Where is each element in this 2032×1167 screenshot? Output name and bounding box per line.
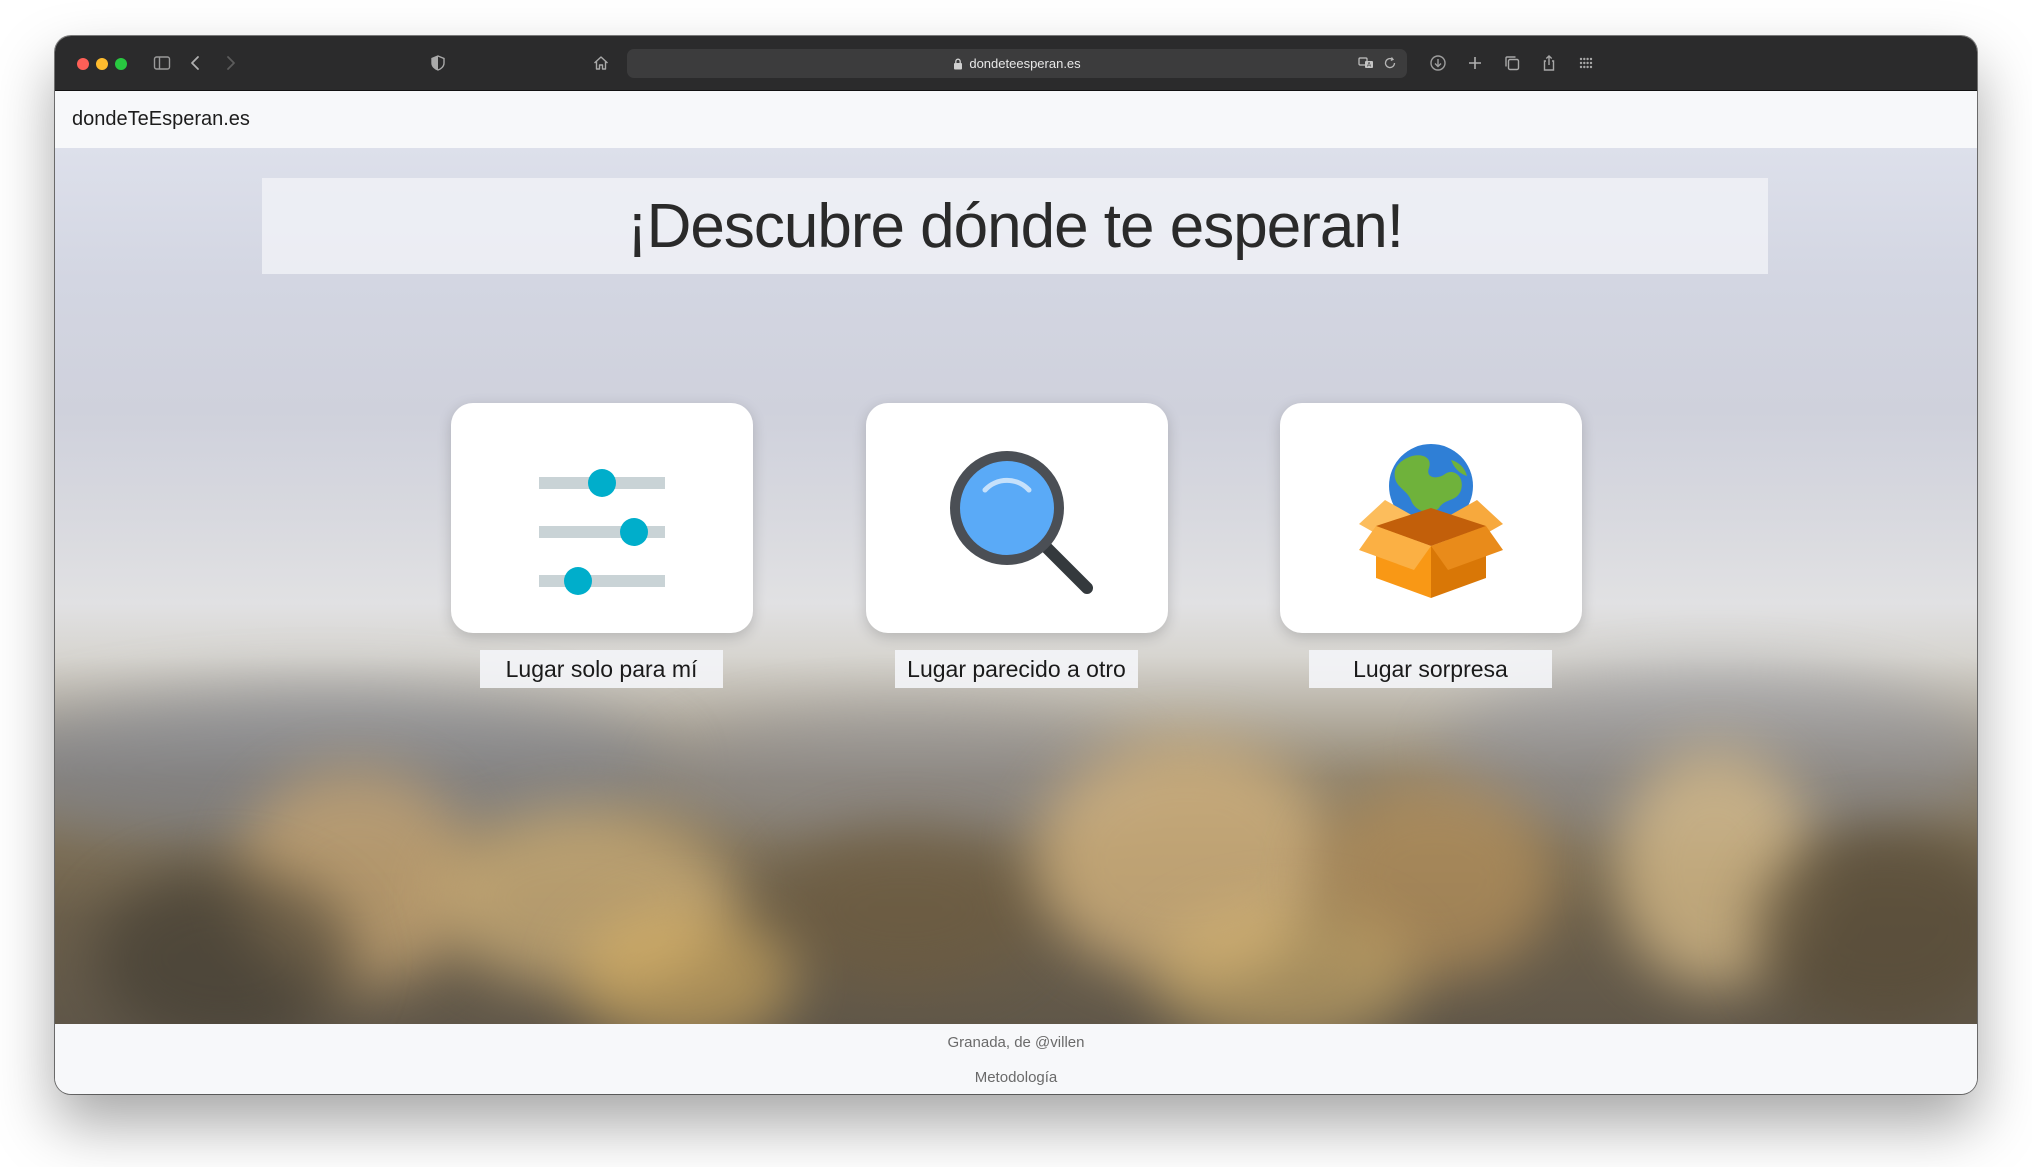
new-tab-icon[interactable] bbox=[1462, 50, 1488, 76]
url-text: dondeteesperan.es bbox=[969, 56, 1081, 71]
forward-icon[interactable] bbox=[217, 50, 243, 76]
option-card-surprise[interactable] bbox=[1280, 403, 1582, 633]
methodology-link[interactable]: Metodología bbox=[55, 1069, 1977, 1086]
tabs-icon[interactable] bbox=[1499, 50, 1525, 76]
shield-icon[interactable] bbox=[425, 50, 451, 76]
option-card-custom[interactable] bbox=[451, 403, 753, 633]
photo-credit: Granada, de @villen bbox=[947, 1034, 1085, 1051]
back-icon[interactable] bbox=[183, 50, 209, 76]
grid-icon[interactable] bbox=[1573, 50, 1599, 76]
browser-toolbar: dondeteesperan.es A bbox=[55, 36, 1977, 91]
magnifier-icon bbox=[950, 451, 1093, 594]
brand-link[interactable]: dondeTeEsperan.es bbox=[72, 108, 250, 131]
browser-window: dondeteesperan.es A dondeTeEsperan.es ¡D… bbox=[55, 36, 1977, 1094]
option-label-custom[interactable]: Lugar solo para mí bbox=[480, 650, 723, 688]
minimize-window-button[interactable] bbox=[96, 58, 108, 70]
share-icon[interactable] bbox=[1536, 50, 1562, 76]
site-navbar: dondeTeEsperan.es bbox=[55, 92, 1977, 148]
close-window-button[interactable] bbox=[77, 58, 89, 70]
hero-section: ¡Descubre dónde te esperan! Lugar solo p… bbox=[55, 148, 1977, 1024]
page-title: ¡Descubre dónde te esperan! bbox=[626, 191, 1404, 261]
option-label-surprise[interactable]: Lugar sorpresa bbox=[1309, 650, 1552, 688]
sliders-icon bbox=[539, 469, 665, 595]
download-icon[interactable] bbox=[1425, 50, 1451, 76]
translate-icon[interactable]: A bbox=[1355, 52, 1377, 74]
option-label-similar[interactable]: Lugar parecido a otro bbox=[895, 650, 1138, 688]
site-footer: Granada, de @villen Metodología bbox=[55, 1024, 1977, 1094]
sidebar-icon[interactable] bbox=[149, 50, 175, 76]
reload-icon[interactable] bbox=[1379, 52, 1401, 74]
zoom-window-button[interactable] bbox=[115, 58, 127, 70]
address-bar[interactable]: dondeteesperan.es A bbox=[627, 49, 1407, 78]
hero-title-box: ¡Descubre dónde te esperan! bbox=[262, 178, 1768, 274]
globe-box-icon bbox=[1359, 444, 1503, 598]
home-icon[interactable] bbox=[588, 50, 614, 76]
lock-icon bbox=[954, 58, 963, 69]
option-card-similar[interactable] bbox=[866, 403, 1168, 633]
url-display[interactable]: dondeteesperan.es bbox=[627, 49, 1407, 78]
